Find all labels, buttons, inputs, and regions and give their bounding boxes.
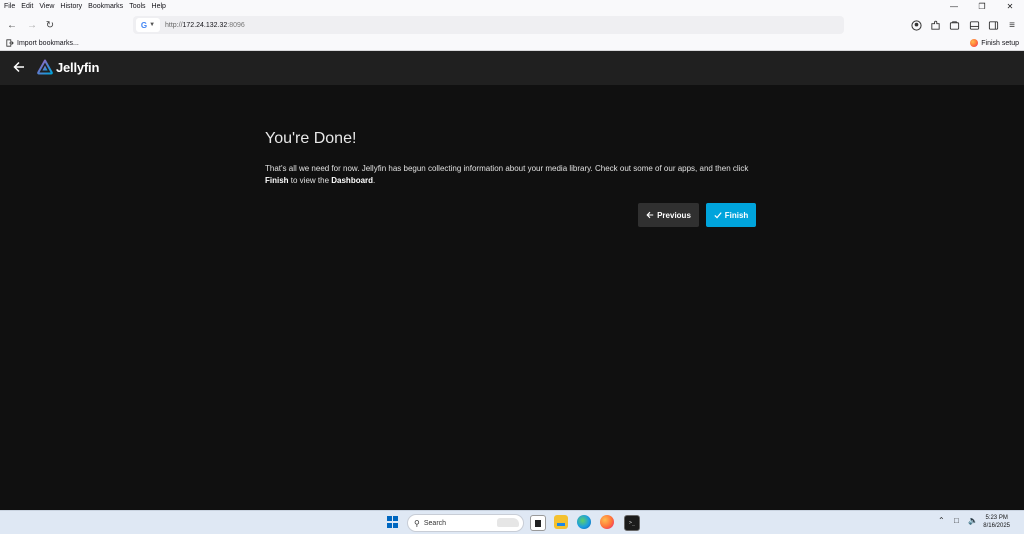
jellyfin-logo[interactable]: Jellyfin (37, 59, 99, 75)
finish-setup-label: Finish setup (981, 39, 1019, 47)
bookmarks-bar: Import bookmarks... Finish setup (0, 37, 1024, 51)
taskbar-search[interactable]: ⚲ Search (407, 514, 524, 532)
search-highlight-image (497, 518, 519, 527)
finish-label: Finish (724, 210, 749, 220)
volume-icon[interactable]: 🔈 (968, 516, 978, 525)
search-engine-button[interactable]: G ▼ (136, 18, 160, 32)
edge-icon[interactable] (577, 515, 591, 529)
arrow-left-icon (13, 61, 24, 73)
firefox-taskbar-icon[interactable] (600, 515, 614, 529)
import-icon (6, 39, 14, 47)
clock-time: 5:23 PM (985, 515, 1008, 521)
wizard-description: That's all we need for now. Jellyfin has… (265, 164, 749, 185)
app-name: Jellyfin (56, 59, 100, 75)
hamburger-menu-icon[interactable]: ≡ (1004, 17, 1020, 33)
reader-view-icon[interactable] (985, 17, 1001, 33)
taskbar-clock[interactable]: 5:23 PM 8/16/2025 (983, 514, 1010, 530)
task-view-icon[interactable] (530, 515, 546, 531)
extensions-icon[interactable] (927, 17, 943, 33)
account-icon[interactable] (908, 17, 924, 33)
browser-navbar: ← → ↻ G ▼ http://172.24.132.32:8096 ≡ (0, 13, 1024, 37)
page-title: You're Done! (265, 130, 357, 147)
reload-icon[interactable]: ↻ (42, 17, 58, 33)
container-icon[interactable] (946, 17, 962, 33)
forward-icon[interactable]: → (24, 17, 40, 33)
dashboard-emphasis: Dashboard (331, 175, 374, 185)
finish-button[interactable]: Finish (706, 203, 756, 227)
window-controls: — ❐ ✕ (940, 0, 1024, 13)
menu-edit[interactable]: Edit (18, 3, 36, 10)
check-icon (714, 212, 722, 219)
import-bookmarks-label: Import bookmarks... (17, 39, 79, 47)
header-back-button[interactable] (11, 59, 27, 75)
previous-label: Previous (657, 210, 691, 220)
arrow-left-icon (646, 211, 654, 219)
jellyfin-logo-icon (37, 59, 53, 75)
chevron-up-icon[interactable]: ⌃ (938, 516, 945, 525)
wizard-finish-page: You're Done! That's all we need for now.… (0, 85, 1024, 510)
menu-tools[interactable]: Tools (126, 3, 148, 10)
finish-setup-link[interactable]: Finish setup (970, 39, 1019, 47)
windows-taskbar: ⚲ Search >_ ⌃ □ 🔈 5:23 PM 8/16/2025 (0, 510, 1024, 534)
import-bookmarks-link[interactable]: Import bookmarks... (6, 39, 79, 47)
app-header: Jellyfin (0, 51, 1024, 85)
google-icon: G (140, 20, 148, 30)
url-bar[interactable]: G ▼ http://172.24.132.32:8096 (133, 16, 844, 34)
menu-history[interactable]: History (57, 3, 85, 10)
close-icon[interactable]: ✕ (996, 0, 1024, 13)
network-icon[interactable]: □ (954, 516, 959, 525)
restore-icon[interactable]: ❐ (968, 0, 996, 13)
taskbar-search-label: Search (423, 519, 447, 527)
back-icon[interactable]: ← (4, 17, 20, 33)
menu-bookmarks[interactable]: Bookmarks (85, 3, 126, 10)
menu-help[interactable]: Help (149, 3, 169, 10)
terminal-icon[interactable]: >_ (624, 515, 640, 531)
clock-date: 8/16/2025 (983, 523, 1010, 529)
previous-button[interactable]: Previous (638, 203, 699, 227)
menu-view[interactable]: View (36, 3, 57, 10)
firefox-icon (970, 39, 979, 47)
file-explorer-icon[interactable] (554, 515, 568, 529)
url-text: http://172.24.132.32:8096 (165, 21, 245, 29)
menu-file[interactable]: File (0, 3, 18, 10)
finish-emphasis: Finish (265, 175, 289, 185)
sidebar-icon[interactable] (966, 17, 982, 33)
chevron-down-icon: ▼ (149, 22, 156, 28)
search-icon: ⚲ (414, 518, 420, 528)
browser-menubar: File Edit View History Bookmarks Tools H… (0, 0, 1024, 13)
minimize-icon[interactable]: — (940, 0, 968, 13)
windows-start-icon[interactable] (387, 516, 399, 528)
